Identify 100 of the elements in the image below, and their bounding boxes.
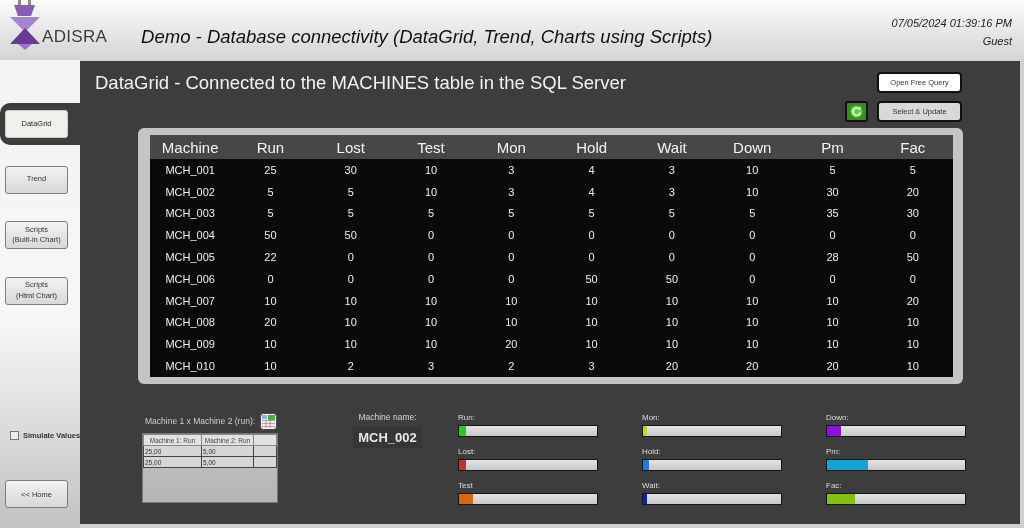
table-cell: 10 [631, 333, 713, 356]
table-cell: 30 [310, 159, 391, 181]
table-cell: 0 [471, 246, 552, 268]
table-cell: 0 [712, 246, 793, 268]
machine-name-label: Machine name: [358, 412, 417, 423]
column-header[interactable]: Wait [631, 135, 713, 159]
table-cell: 50 [872, 246, 953, 268]
table-cell: 0 [792, 224, 873, 247]
table-cell: MCH_003 [150, 202, 231, 225]
table-cell: 5 [792, 159, 873, 181]
table-cell: 0 [390, 268, 472, 290]
table-cell: 30 [792, 180, 873, 203]
table-cell: 3 [471, 180, 552, 203]
table-cell: 0 [872, 224, 953, 247]
table-cell: 10 [551, 311, 632, 334]
table-cell: 3 [631, 180, 713, 203]
checkbox[interactable] [10, 431, 19, 440]
table-cell: 10 [230, 289, 311, 312]
table-cell: 10 [471, 311, 552, 334]
table-cell: MCH_006 [150, 268, 231, 290]
table-cell: 5 [310, 180, 391, 203]
table-cell: 10 [390, 311, 472, 334]
column-header[interactable]: Machine [150, 135, 231, 159]
meter-label: Lost: [458, 446, 477, 457]
table-cell: 10 [712, 180, 793, 203]
spreadsheet-icon[interactable] [260, 412, 278, 430]
table-cell: 20 [471, 333, 552, 356]
table-cell: 10 [792, 333, 873, 356]
machine-name-value: MCH_002 [353, 427, 422, 448]
table-cell: 0 [872, 268, 953, 290]
table-cell: 50 [551, 268, 632, 290]
refresh-icon [850, 105, 863, 118]
table-cell: 5 [390, 202, 472, 225]
table-cell: 10 [792, 311, 873, 334]
user-name: Guest [982, 35, 1012, 47]
column-header[interactable]: Pm [792, 135, 873, 159]
page-title: DataGrid - Connected to the MACHINES table in the SQL Server [95, 72, 626, 95]
table-cell: 5 [712, 202, 793, 225]
table-cell: 0 [390, 224, 472, 247]
table-cell: 5 [471, 202, 552, 225]
date-time: 07/05/2024 01:39:16 PM [891, 17, 1012, 29]
table-cell: 0 [310, 268, 391, 290]
table-cell: 20 [712, 355, 793, 377]
table-cell: 10 [712, 289, 793, 312]
table-cell: 10 [390, 333, 472, 356]
table-cell: 0 [712, 268, 793, 290]
column-header[interactable]: Run [230, 135, 311, 159]
table-cell: 10 [631, 289, 713, 312]
meter-label: Mon: [642, 412, 661, 423]
column-header[interactable]: Fac [872, 135, 953, 159]
logo-icon [8, 0, 42, 50]
table-cell: MCH_008 [150, 311, 231, 334]
meter-label: Wait: [642, 480, 661, 491]
table-cell: 0 [712, 224, 793, 247]
table-cell: 10 [872, 333, 953, 356]
table-cell: 10 [390, 289, 472, 312]
window-title: Demo - Database connectivity (DataGrid, Trend, Charts using Scripts) [141, 26, 713, 48]
column-header[interactable]: Lost [310, 135, 391, 159]
table-cell: 5 [551, 202, 632, 225]
table-cell: 3 [390, 355, 472, 377]
comparison-label: Machine 1 x Machine 2 (run): [145, 416, 256, 426]
table-cell: 30 [872, 202, 953, 225]
table-cell: 20 [230, 311, 311, 334]
table-cell: 20 [872, 180, 953, 203]
table-cell: 10 [390, 159, 472, 181]
column-header[interactable]: Test [390, 135, 472, 159]
table-cell: 0 [310, 246, 391, 268]
table-cell: 10 [551, 333, 632, 356]
table-cell: 4 [551, 159, 632, 181]
table-cell: 10 [551, 289, 632, 312]
table-cell: MCH_010 [150, 355, 231, 377]
table-cell: 5 [230, 180, 311, 203]
table-cell: 2 [471, 355, 552, 377]
table-cell: 0 [390, 246, 472, 268]
table-cell: 50 [230, 224, 311, 247]
column-header[interactable]: Hold [551, 135, 632, 159]
table-cell: 10 [872, 311, 953, 334]
refresh-button[interactable] [845, 101, 868, 122]
meter-label: Down: [826, 412, 850, 423]
table-cell: 20 [631, 355, 713, 377]
table-cell: 10 [390, 180, 472, 203]
meter-label: Pm: [826, 446, 842, 457]
table-cell: 0 [471, 224, 552, 247]
table-cell: 10 [712, 311, 793, 334]
table-cell: 0 [631, 246, 713, 268]
column-header[interactable]: Down [712, 135, 793, 159]
table-cell: 10 [310, 289, 391, 312]
brand-name: ADISRA [42, 27, 108, 47]
column-header[interactable]: Mon [471, 135, 552, 159]
table-cell: 0 [792, 268, 873, 290]
table-cell: 10 [872, 355, 953, 377]
table-cell: 10 [792, 289, 873, 312]
table-cell: 20 [872, 289, 953, 312]
table-cell: 10 [712, 159, 793, 181]
meter-label: Test [458, 480, 474, 491]
table-cell: 0 [631, 224, 713, 247]
table-cell: 0 [551, 246, 632, 268]
table-cell: 25 [230, 159, 311, 181]
table-cell: 5 [230, 202, 311, 225]
meter-label: Hold: [642, 446, 662, 457]
